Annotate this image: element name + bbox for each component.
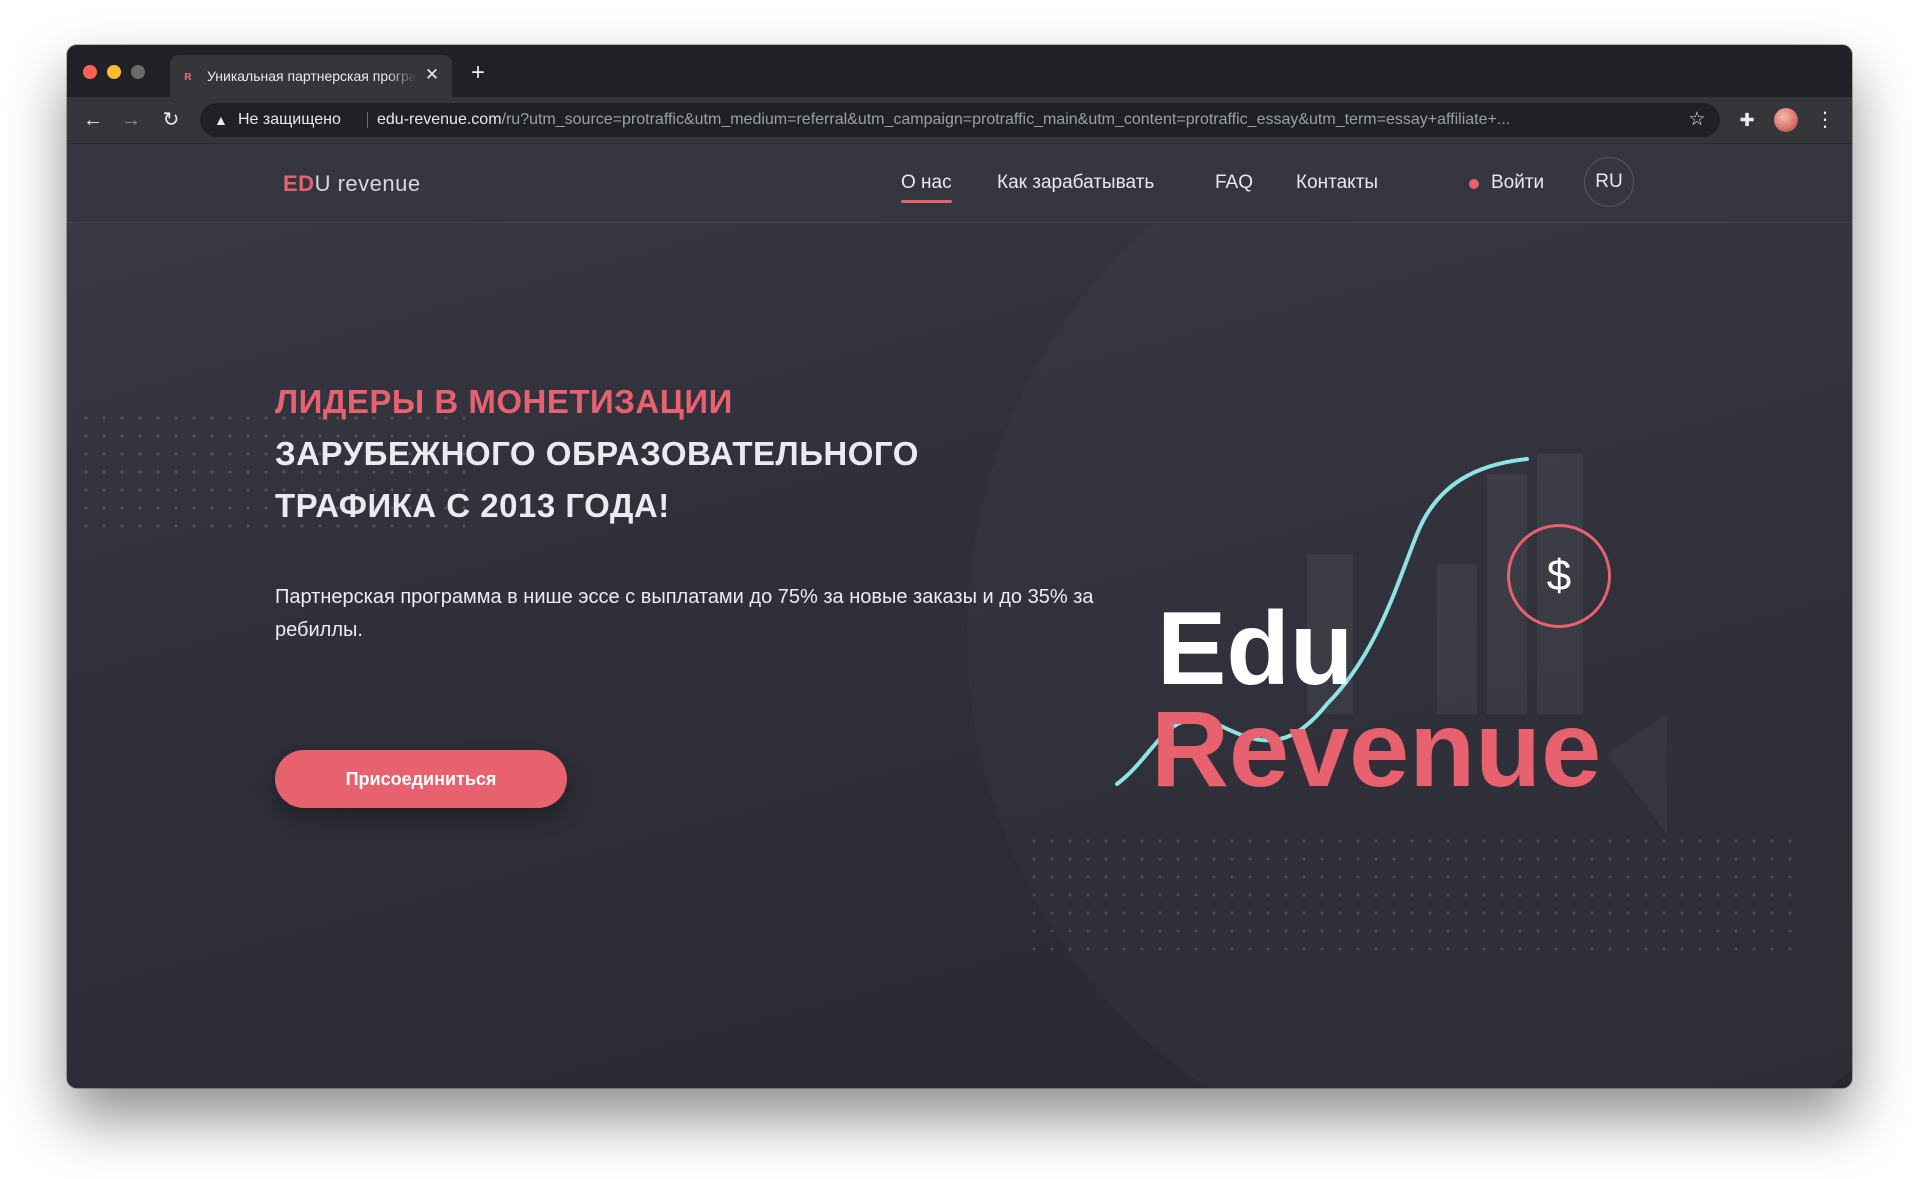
omnibox-divider [367,112,368,128]
edu-revenue-favicon-icon: ʀ [184,68,192,83]
nav-about[interactable]: О нас [901,171,952,203]
profile-avatar[interactable] [1774,108,1798,132]
browser-toolbar: ← → ↻ ▲ Не защищено edu-revenue.com/ru?u… [67,97,1852,144]
url-text[interactable]: edu-revenue.com/ru?utm_source=protraffic… [377,111,1667,129]
logo-text: U revenue [314,171,421,196]
url-host: edu-revenue.com [377,111,502,128]
back-icon[interactable]: ← [81,108,105,132]
url-path: /ru?utm_source=protraffic&utm_medium=ref… [501,111,1511,128]
security-label[interactable]: Не защищено [238,111,341,129]
address-bar[interactable]: ▲ Не защищено edu-revenue.com/ru?utm_sou… [200,103,1720,137]
zoom-window-button[interactable] [131,65,145,79]
nav-faq[interactable]: FAQ [1215,171,1253,195]
warning-icon: ▲ [214,112,228,128]
site-logo[interactable]: ЕDU revenue [283,171,421,197]
login-dot-icon [1469,179,1479,189]
forward-icon[interactable]: → [119,108,143,132]
tab-strip: ʀ Уникальная партнерская программа ✕ + [67,45,1852,97]
hero-title-line-2: ЗАРУБЕЖНОГО ОБРАЗОВАТЕЛЬНОГО [275,435,919,472]
browser-window: ʀ Уникальная партнерская программа ✕ + ←… [67,45,1852,1088]
hero-word-revenue: Revenue [1151,688,1602,809]
site-header: ЕDU revenue О нас Как зарабатывать FAQ К… [67,144,1852,223]
minimize-window-button[interactable] [107,65,121,79]
join-button[interactable]: Присоединиться [275,750,567,808]
browser-tab-active[interactable]: ʀ Уникальная партнерская программа ✕ [170,55,452,97]
close-tab-icon[interactable]: ✕ [422,65,442,85]
reload-icon[interactable]: ↻ [159,108,183,132]
nav-active-indicator [901,200,952,203]
hero-title-line-3: ТРАФИКА С 2013 ГОДА! [275,487,670,524]
hero-illustration: Edu Revenue $ [1107,454,1727,854]
nav-about-label: О нас [901,172,952,193]
bookmark-star-icon[interactable]: ☆ [1686,109,1708,131]
hero-description: Партнерская программа в нише эссе с выпл… [275,586,1094,641]
logo-mark: ЕD [283,171,315,196]
nav-how-to-earn[interactable]: Как зарабатывать [997,171,1154,195]
hero-title-accent: ЛИДЕРЫ В МОНЕТИЗАЦИИ [275,383,733,420]
close-window-button[interactable] [83,65,97,79]
tab-title: Уникальная партнерская программа [207,68,417,84]
web-page: ЕDU revenue О нас Как зарабатывать FAQ К… [67,144,1852,1088]
nav-contacts[interactable]: Контакты [1296,171,1378,195]
dollar-coin-icon: $ [1507,524,1611,628]
hero-title: ЛИДЕРЫ В МОНЕТИЗАЦИИ ЗАРУБЕЖНОГО ОБРАЗОВ… [275,376,1035,532]
new-tab-icon[interactable]: + [467,61,489,85]
login-link[interactable]: Войти [1491,171,1544,195]
language-switcher[interactable]: RU [1584,157,1634,207]
browser-menu-icon[interactable]: ⋮ [1813,108,1837,132]
extensions-icon[interactable]: ✚ [1735,108,1759,132]
